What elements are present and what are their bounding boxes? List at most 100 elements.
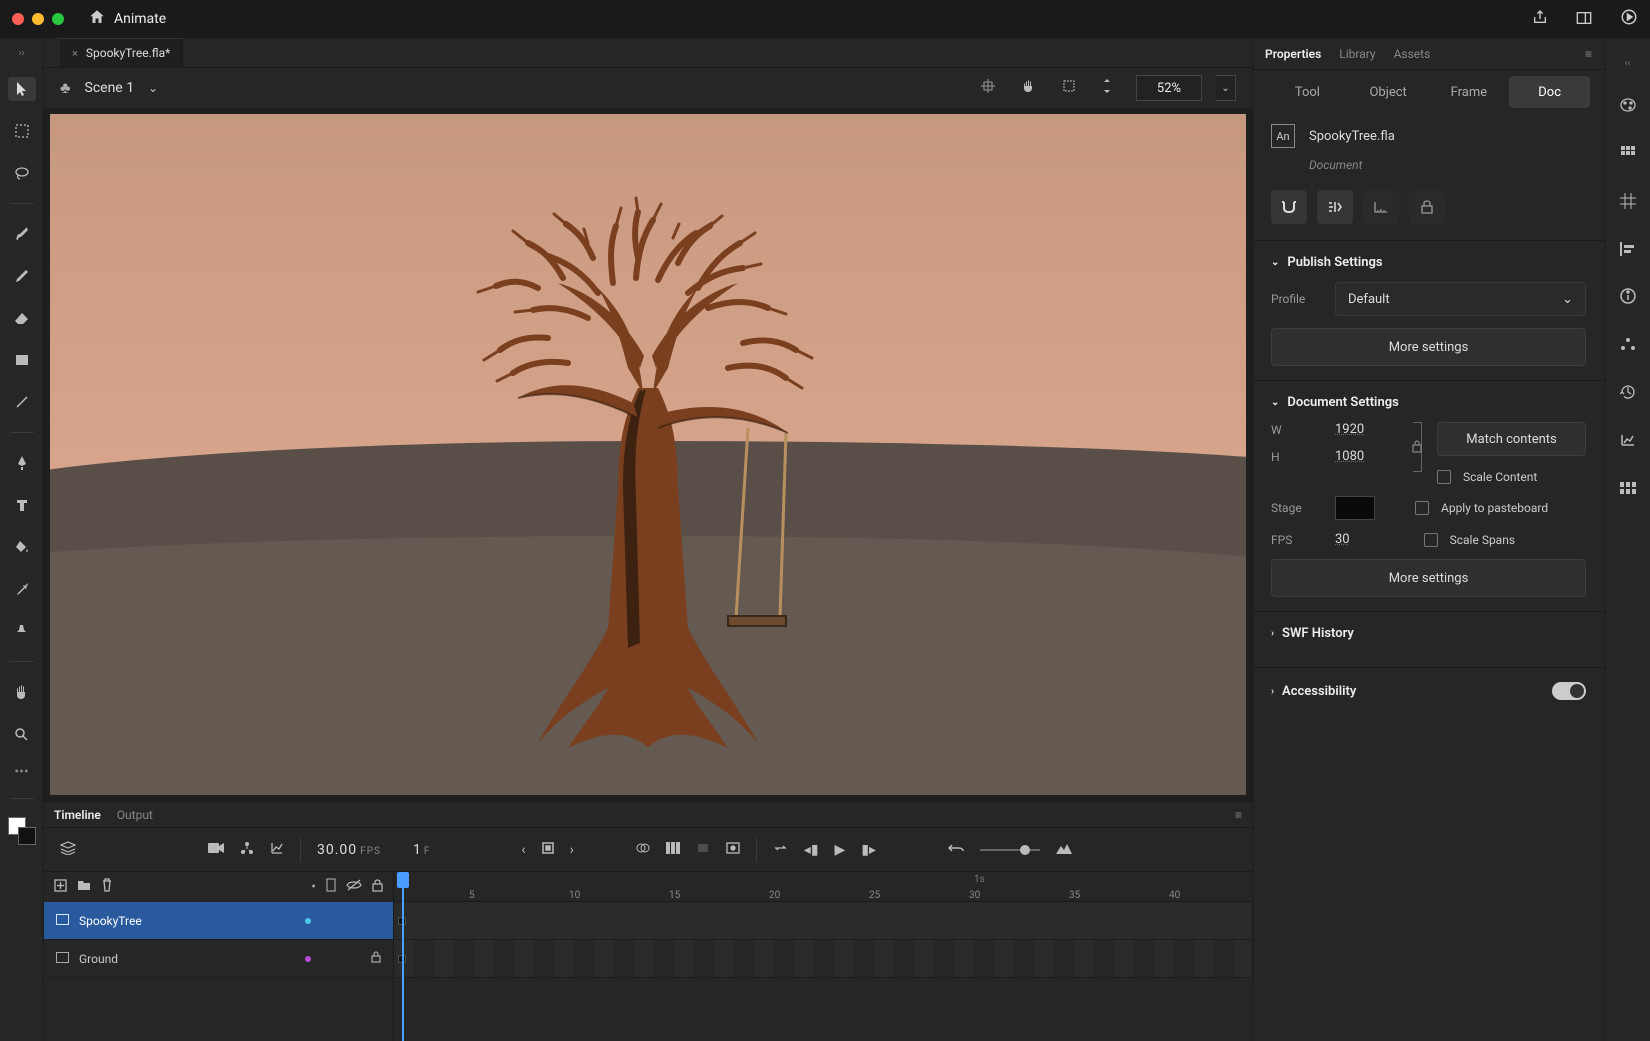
layer-color-dot[interactable]: [305, 918, 311, 924]
text-tool[interactable]: [8, 493, 36, 517]
color-palette-icon[interactable]: [1619, 97, 1637, 117]
scene-name[interactable]: Scene 1: [85, 80, 135, 96]
play-icon[interactable]: [1620, 8, 1638, 30]
zoom-slider[interactable]: [980, 849, 1040, 851]
free-transform-tool[interactable]: [8, 119, 36, 143]
line-tool[interactable]: [8, 390, 36, 414]
history-icon[interactable]: [1620, 384, 1636, 404]
align-icon[interactable]: [1620, 241, 1636, 260]
accessibility-toggle[interactable]: [1552, 682, 1586, 700]
width-value[interactable]: 1920: [1335, 422, 1364, 437]
section-toggle-docsettings[interactable]: ⌄Document Settings: [1271, 395, 1586, 410]
tab-assets[interactable]: Assets: [1394, 47, 1431, 61]
eraser-tool[interactable]: [8, 306, 36, 330]
new-layer-icon[interactable]: [54, 879, 67, 896]
advanced-layers-icon[interactable]: [1317, 190, 1353, 224]
zoom-value[interactable]: 52%: [1136, 75, 1202, 101]
panel-menu-icon[interactable]: ≡: [1235, 808, 1242, 822]
outline-icon[interactable]: [326, 878, 336, 896]
tab-timeline[interactable]: Timeline: [54, 808, 101, 822]
document-tab[interactable]: × SpookyTree.fla*: [60, 38, 183, 68]
hand-tool[interactable]: [8, 680, 36, 704]
brush-tool[interactable]: [8, 222, 36, 246]
insert-frame-icon[interactable]: [696, 842, 710, 858]
undo-icon[interactable]: [948, 842, 964, 858]
timeline-frame[interactable]: 1F: [413, 842, 429, 858]
center-stage-icon[interactable]: [981, 79, 995, 97]
layer-color-dot[interactable]: [305, 956, 311, 962]
visibility-icon[interactable]: [346, 879, 362, 895]
share-icon[interactable]: [1532, 9, 1548, 29]
transform-icon[interactable]: [1620, 336, 1636, 356]
delete-layer-icon[interactable]: [101, 878, 113, 896]
fit-stage-icon[interactable]: [1102, 78, 1112, 98]
prev-keyframe-icon[interactable]: ‹: [521, 842, 525, 858]
loop-icon[interactable]: [773, 841, 788, 858]
new-folder-icon[interactable]: [77, 879, 91, 895]
layer-name[interactable]: SpookyTree: [79, 914, 142, 928]
camera-icon[interactable]: [208, 842, 224, 858]
profile-select[interactable]: Default⌄: [1335, 282, 1586, 316]
stage-viewport[interactable]: [44, 108, 1252, 801]
more-tools-icon[interactable]: •••: [14, 764, 28, 780]
clip-icon[interactable]: [1062, 79, 1076, 97]
clover-icon[interactable]: ♣: [60, 78, 71, 98]
graph-icon[interactable]: [270, 841, 284, 859]
maximize-window-icon[interactable]: [52, 13, 64, 25]
home-icon[interactable]: [88, 8, 106, 30]
highlight-icon[interactable]: •: [311, 879, 316, 895]
subtab-frame[interactable]: Frame: [1429, 76, 1510, 108]
stop-icon[interactable]: [542, 842, 554, 858]
doc-more-button[interactable]: More settings: [1271, 559, 1586, 597]
lasso-tool[interactable]: [8, 161, 36, 185]
track-row-ground[interactable]: [394, 940, 1252, 978]
eyedropper-tool[interactable]: [8, 577, 36, 601]
grid-icon[interactable]: [1620, 193, 1636, 213]
play-button[interactable]: ▶: [835, 842, 846, 858]
close-tab-icon[interactable]: ×: [72, 47, 78, 60]
height-value[interactable]: 1080: [1335, 449, 1364, 464]
tab-output[interactable]: Output: [117, 808, 153, 822]
layer-locked-icon[interactable]: [371, 951, 381, 966]
layer-row-spookytree[interactable]: SpookyTree: [44, 902, 393, 940]
pencil-tool[interactable]: [8, 264, 36, 288]
close-window-icon[interactable]: [12, 13, 24, 25]
snap-icon[interactable]: [1271, 190, 1307, 224]
stage[interactable]: [50, 114, 1246, 795]
scale-spans-checkbox[interactable]: [1424, 533, 1438, 547]
workspace-icon[interactable]: [1576, 10, 1592, 29]
minimize-window-icon[interactable]: [32, 13, 44, 25]
color-swatches[interactable]: [8, 817, 36, 845]
tab-properties[interactable]: Properties: [1265, 47, 1321, 61]
publish-more-button[interactable]: More settings: [1271, 328, 1586, 366]
layer-row-ground[interactable]: Ground: [44, 940, 393, 978]
timeline-track-area[interactable]: 1s 5 10 15 20 25 30 35 40: [394, 872, 1252, 1041]
next-keyframe-icon[interactable]: ›: [570, 842, 574, 858]
stage-color-swatch[interactable]: [1335, 496, 1375, 520]
scale-content-checkbox[interactable]: [1437, 470, 1451, 484]
fill-swatch[interactable]: [18, 827, 36, 845]
track-row-spookytree[interactable]: [394, 902, 1252, 940]
subtab-tool[interactable]: Tool: [1267, 76, 1348, 108]
mountain-icon[interactable]: [1056, 842, 1072, 858]
subtab-doc[interactable]: Doc: [1509, 76, 1590, 108]
layer-name[interactable]: Ground: [79, 952, 118, 966]
fps-value[interactable]: 30: [1335, 532, 1350, 547]
layer-parent-icon[interactable]: [240, 841, 254, 859]
section-toggle-access[interactable]: ›Accessibility: [1271, 684, 1356, 699]
selection-tool[interactable]: [8, 77, 36, 101]
lock-icon[interactable]: [372, 879, 383, 896]
scene-dropdown-icon[interactable]: ⌄: [148, 81, 158, 95]
panel-menu-icon[interactable]: ≡: [1585, 47, 1592, 61]
zoom-tool[interactable]: [8, 722, 36, 746]
section-toggle-swf[interactable]: ›SWF History: [1271, 626, 1586, 641]
rotate-stage-icon[interactable]: [1021, 79, 1036, 98]
pin-tool[interactable]: [8, 619, 36, 643]
step-fwd-icon[interactable]: ▮▸: [861, 842, 876, 858]
step-back-icon[interactable]: ◂▮: [804, 842, 819, 858]
tools-expand-icon[interactable]: ››: [18, 48, 24, 59]
zoom-dropdown-icon[interactable]: ⌄: [1216, 75, 1236, 101]
strip-expand-icon[interactable]: ‹‹: [1624, 58, 1630, 69]
pen-tool[interactable]: [8, 451, 36, 475]
tab-library[interactable]: Library: [1339, 47, 1375, 61]
